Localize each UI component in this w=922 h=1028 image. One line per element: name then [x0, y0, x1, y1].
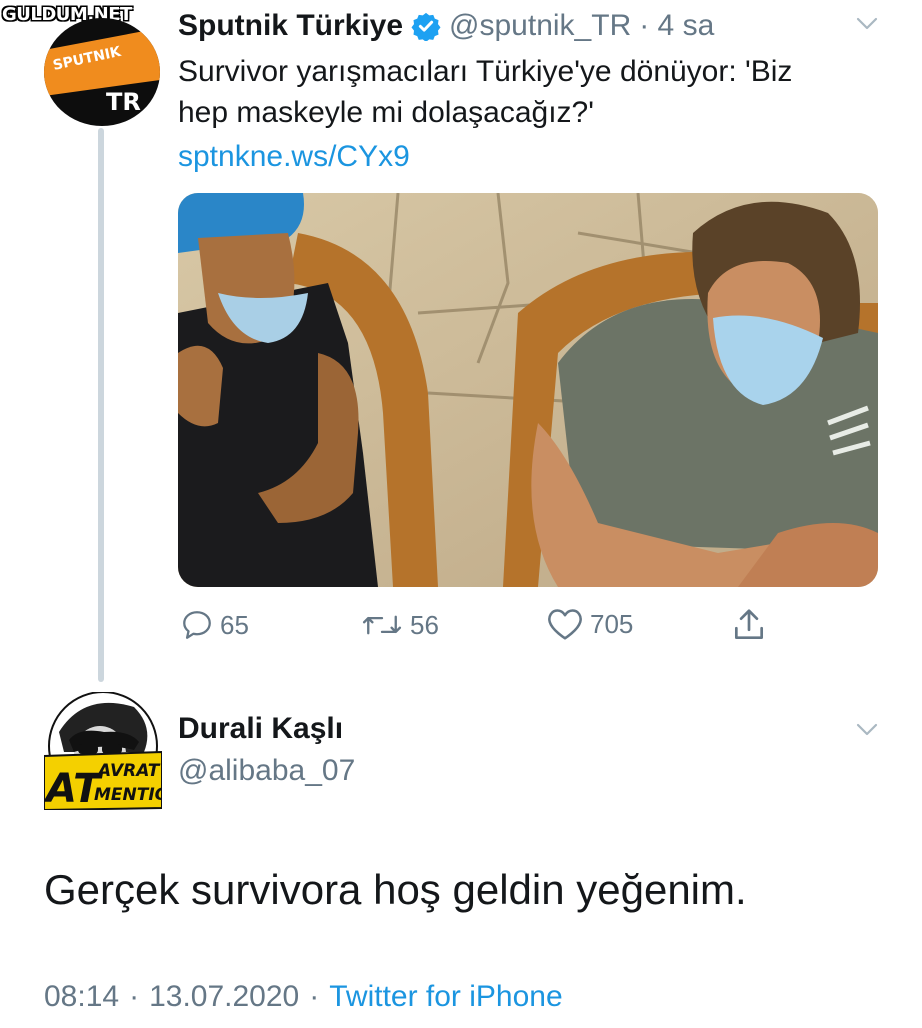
media-photo [178, 193, 878, 587]
author-handle[interactable]: @sputnik_TR [449, 9, 631, 43]
tweet-time[interactable]: · 4 sa [639, 9, 714, 43]
retweet-count: 56 [410, 609, 439, 640]
reply-time[interactable]: 08:14 [44, 980, 119, 1014]
author-name[interactable]: Sputnik Türkiye [178, 9, 403, 43]
tweet-text-line-2: hep maskeyle mi dolaşacağız?' [178, 96, 594, 129]
reply-avatar[interactable]: AT AVRAT MENTION [43, 691, 183, 812]
sputnik-avatar[interactable]: SPUTNIK TR [44, 18, 160, 126]
reply-action[interactable]: 65 [180, 608, 249, 642]
reply-text: Gerçek survivora hoş geldin yeğenim. [44, 866, 747, 913]
thread-line [98, 128, 104, 682]
heart-icon [548, 609, 582, 640]
tweet-text-line-1: Survivor yarışmacıları Türkiye'ye dönüyo… [178, 55, 793, 88]
reply-author-handle[interactable]: @alibaba_07 [178, 754, 355, 788]
avatar-text-bottom: TR [106, 88, 141, 116]
chevron-down-icon[interactable] [852, 14, 882, 34]
reply-count: 65 [220, 609, 249, 640]
tweet-header: Sputnik Türkiye @sputnik_TR · 4 sa [178, 6, 714, 46]
reply-author-name[interactable]: Durali Kaşlı [178, 712, 343, 746]
retweet-action[interactable]: 56 [360, 608, 439, 642]
tweet-media-image[interactable] [178, 193, 878, 587]
verified-badge-icon [411, 12, 441, 41]
meta-separator: · [129, 980, 140, 1013]
tweet-link[interactable]: sptnkne.ws/CYx9 [178, 140, 410, 174]
like-count: 705 [590, 608, 634, 639]
avatar-badge-mention: MENTION [94, 785, 162, 805]
reply-avatar-art: AT AVRAT MENTION [43, 691, 183, 812]
share-icon[interactable] [730, 606, 768, 644]
tweet-text: Survivor yarışmacıları Türkiye'ye dönüyo… [178, 51, 792, 133]
meta-separator: · [309, 980, 320, 1013]
reply-source[interactable]: Twitter for iPhone [329, 980, 562, 1014]
retweet-icon [362, 615, 402, 635]
sputnik-logo-icon: SPUTNIK TR [44, 28, 160, 116]
chevron-down-icon[interactable] [852, 720, 882, 740]
like-action[interactable]: 705 [546, 606, 633, 642]
avatar-badge-avrat: AVRAT [96, 761, 161, 781]
reply-date[interactable]: 13.07.2020 [149, 980, 299, 1014]
reply-icon [183, 611, 211, 639]
reply-meta: 08:14 · 13.07.2020 · Twitter for iPhone [44, 980, 563, 1014]
